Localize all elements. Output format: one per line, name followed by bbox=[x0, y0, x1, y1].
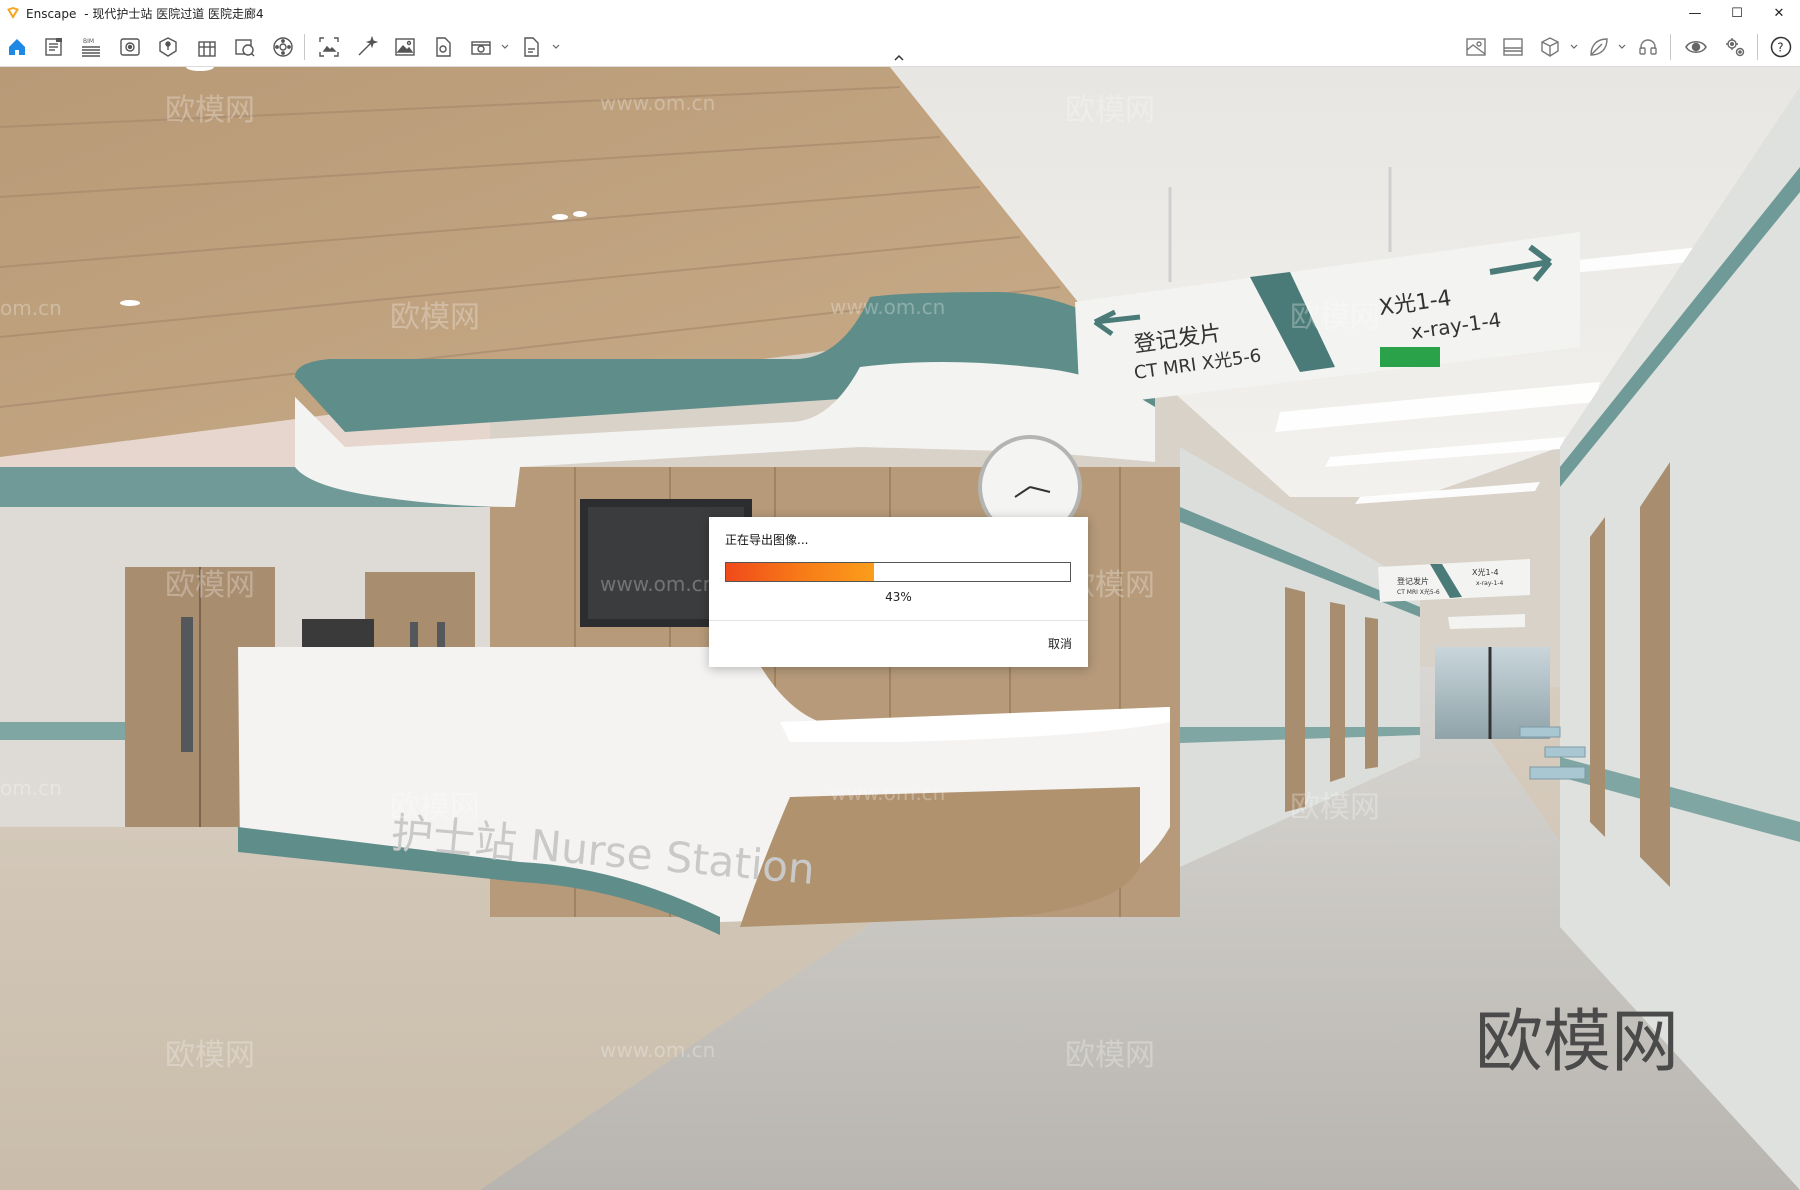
leaf-icon[interactable] bbox=[1588, 36, 1610, 58]
watermark: 欧模网 bbox=[165, 93, 255, 128]
watermark: 欧模网 bbox=[390, 300, 480, 335]
maximize-button[interactable]: ☐ bbox=[1716, 0, 1758, 26]
map-icon[interactable] bbox=[1465, 36, 1487, 58]
help-icon[interactable]: ? bbox=[1770, 36, 1792, 58]
file-export-dropdown-icon[interactable] bbox=[552, 43, 560, 51]
panorama-icon[interactable] bbox=[272, 36, 294, 58]
watermark-url: www.om.cn bbox=[600, 572, 715, 596]
watermark-url: www.om.cn bbox=[600, 1038, 715, 1062]
export-progress-fill bbox=[726, 563, 874, 581]
landscape-icon[interactable] bbox=[1502, 36, 1524, 58]
export-progress-dialog: 正在导出图像... 43% 取消 bbox=[709, 517, 1088, 667]
document-title: 现代护士站 医院过道 医院走廊4 bbox=[92, 6, 264, 21]
leaf-dropdown-icon[interactable] bbox=[1618, 43, 1626, 51]
small-sign-registration: 登记发片 bbox=[1397, 576, 1429, 586]
progress-percentage: 43% bbox=[885, 590, 912, 604]
headset-icon[interactable] bbox=[1637, 36, 1659, 58]
export-icon[interactable] bbox=[432, 36, 454, 58]
watermark-logo: 欧模网 bbox=[1475, 1003, 1679, 1082]
cube-dropdown-icon[interactable] bbox=[1570, 43, 1578, 51]
watermark: 欧模网 bbox=[1065, 1038, 1155, 1073]
file-export-icon[interactable] bbox=[520, 36, 542, 58]
export-progress-bar bbox=[725, 562, 1071, 582]
batch-render-dropdown-icon[interactable] bbox=[501, 43, 509, 51]
watermark: 欧模网 bbox=[1065, 93, 1155, 128]
close-button[interactable]: ✕ bbox=[1758, 0, 1800, 26]
exit-sign-icon bbox=[1380, 347, 1440, 367]
small-sign-ct-mri: CT MRI X光5-6 bbox=[1397, 588, 1440, 596]
magic-edit-icon[interactable] bbox=[356, 36, 378, 58]
document-icon[interactable] bbox=[43, 36, 65, 58]
corridor-end-window bbox=[1435, 647, 1550, 739]
window-title: Enscape - 现代护士站 医院过道 医院走廊4 bbox=[26, 5, 264, 22]
window-controls: — ☐ ✕ bbox=[1674, 0, 1800, 26]
app-name: Enscape bbox=[26, 6, 77, 21]
settings-icon[interactable] bbox=[1724, 36, 1746, 58]
watermark-url: www.om.cn bbox=[830, 295, 945, 319]
image-export-icon[interactable] bbox=[394, 36, 416, 58]
asset-library-icon[interactable] bbox=[157, 36, 179, 58]
svg-text:?: ? bbox=[1777, 41, 1783, 55]
bim-icon[interactable]: BIM bbox=[80, 36, 102, 58]
watermark-url: www.om.cn bbox=[600, 91, 715, 115]
watermark-url: om.cn bbox=[0, 296, 62, 320]
home-icon[interactable] bbox=[6, 36, 28, 58]
small-sign-xray-en: x-ray-1-4 bbox=[1476, 580, 1503, 587]
watermark-url: om.cn bbox=[0, 776, 62, 800]
bim-label: BIM bbox=[83, 38, 94, 45]
watermark: 欧模网 bbox=[1290, 790, 1380, 825]
render-viewport[interactable]: 护士站 Nurse Station 登记发片 CT MRI X光5-6 X光1-… bbox=[0, 67, 1800, 1190]
eye-icon[interactable] bbox=[1685, 36, 1707, 58]
toolbar-separator bbox=[1757, 34, 1758, 60]
enscape-logo-icon bbox=[7, 7, 19, 19]
watermark: 欧模网 bbox=[165, 1038, 255, 1073]
dialog-title: 正在导出图像... bbox=[725, 533, 809, 547]
watermark-url: www.om.cn bbox=[830, 781, 945, 805]
watermark: 欧模网 bbox=[390, 790, 480, 825]
visual-settings-icon[interactable] bbox=[119, 36, 141, 58]
cube-icon[interactable] bbox=[1539, 36, 1561, 58]
watermark: 欧模网 bbox=[1290, 300, 1380, 335]
toolbar-separator bbox=[1670, 34, 1671, 60]
cancel-button[interactable]: 取消 bbox=[1048, 635, 1072, 652]
title-separator: - bbox=[84, 6, 89, 21]
toolbar-separator bbox=[304, 34, 305, 60]
small-sign-xray: X光1-4 bbox=[1472, 567, 1499, 577]
minimize-button[interactable]: — bbox=[1674, 0, 1716, 26]
collapse-toolbar-icon[interactable] bbox=[893, 54, 905, 62]
building-icon[interactable] bbox=[196, 36, 218, 58]
screenshot-icon[interactable] bbox=[318, 36, 340, 58]
dialog-divider bbox=[709, 620, 1088, 621]
batch-render-icon[interactable] bbox=[470, 36, 492, 58]
watermark: 欧模网 bbox=[165, 568, 255, 603]
title-bar: Enscape - 现代护士站 医院过道 医院走廊4 — ☐ ✕ bbox=[0, 0, 1800, 26]
scene-info-icon[interactable] bbox=[234, 36, 256, 58]
